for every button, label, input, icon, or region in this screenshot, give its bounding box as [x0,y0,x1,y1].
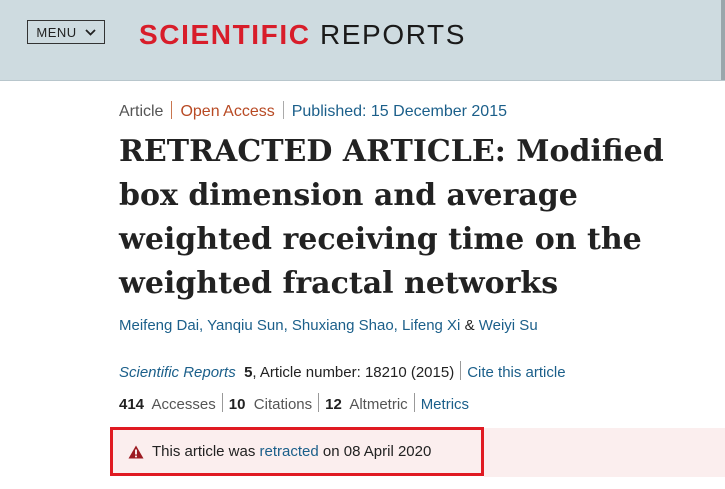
warning-triangle-icon [128,445,144,459]
divider [171,101,173,119]
divider [318,393,320,412]
divider [221,393,223,412]
published-date: Published: 15 December 2015 [291,103,507,120]
author-link[interactable]: Meifeng Dai [119,317,199,334]
article-type: Article [119,103,164,120]
menu-label: MENU [36,24,77,40]
logo-reports: REPORTS [319,19,466,50]
metrics-link[interactable]: Metrics [421,396,469,413]
divider [282,101,284,119]
retraction-notice: This article was retracted on 08 April 2… [110,427,484,476]
cite-article-link[interactable]: Cite this article [467,364,565,381]
menu-button[interactable]: MENU [27,20,105,44]
author-link[interactable]: Shuxiang Shao [292,317,394,334]
citations-count: 10 [228,396,246,413]
scrollbar[interactable] [721,0,725,80]
citation-info: Scientific Reports 5, Article number: 18… [119,361,566,381]
notice-text-after: on 08 April 2020 [322,443,432,460]
notice-text-before: This article was [152,443,256,460]
accesses-label: Accesses [151,396,216,413]
retraction-banner-background [484,428,725,477]
author-link[interactable]: Lifeng Xi [402,317,460,334]
citations-label: Citations [253,396,313,413]
site-logo[interactable]: SCIENTIFIC REPORTS [139,19,466,51]
altmetric-label: Altmetric [349,396,408,413]
author-link[interactable]: Weiyi Su [479,317,538,334]
retracted-link[interactable]: retracted [260,443,319,460]
article-meta: Article Open Access Published: 15 December… [119,101,507,121]
metrics-bar: 414 Accesses 10 Citations 12 Altmetric Metr… [119,393,469,413]
article-title: RETRACTED ARTICLE: Modified box dimensio… [119,134,664,301]
author-link[interactable]: Yanqiu Sun [207,317,283,334]
author-list: Meifeng Dai, Yanqiu Sun, Shuxiang Shao, … [119,317,538,334]
chevron-down-icon [85,28,96,36]
altmetric-count: 12 [325,396,342,413]
article-number: , Article number: 18210 (2015) [252,364,455,381]
accesses-count: 414 [119,396,145,413]
ampersand: & [464,317,475,334]
logo-scientific: SCIENTIFIC [139,19,311,50]
divider [460,361,462,380]
open-access-label: Open Access [180,103,275,120]
site-header: MENU SCIENTIFIC REPORTS [0,0,725,81]
divider [413,393,415,412]
journal-name-link[interactable]: Scientific Reports [119,364,236,381]
